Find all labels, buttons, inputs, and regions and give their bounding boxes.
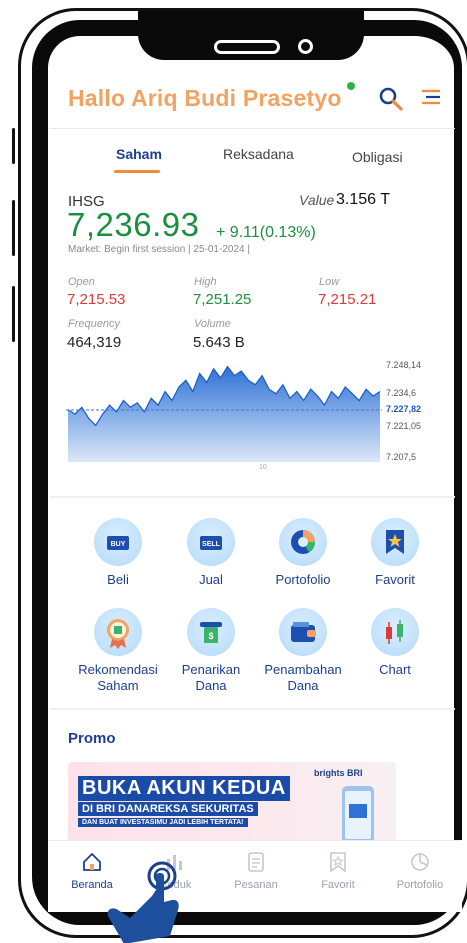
- header-divider: [50, 128, 455, 129]
- phone-illustration-icon: [342, 786, 374, 842]
- volume-value: 5.643 B: [193, 334, 245, 351]
- value-label: Value: [299, 192, 335, 208]
- x-tick-label: 10: [259, 464, 267, 471]
- menu-divider: [50, 708, 455, 710]
- recommendation-badge-icon: [94, 608, 142, 656]
- frequency-value: 464,319: [67, 334, 122, 351]
- open-label: Open: [68, 276, 95, 288]
- tab-obligasi[interactable]: Obligasi: [352, 149, 403, 165]
- menu-label: Portofolio: [275, 572, 331, 587]
- menu-label: Chart: [379, 662, 411, 677]
- market-tabs: Saham Reksadana Obligasi: [66, 146, 456, 178]
- online-status-dot: [347, 82, 355, 90]
- y-tick-label: 7.248,14: [386, 360, 422, 370]
- svg-text:SELL: SELL: [202, 541, 221, 548]
- phone-side-button: [12, 128, 15, 164]
- phone-notch: [138, 10, 364, 60]
- high-label: High: [194, 276, 217, 288]
- nav-label: Pesanan: [234, 879, 278, 891]
- nav-item-portofolio[interactable]: Portofolio: [380, 851, 460, 891]
- menu-label: Rekomendasi Saham: [78, 662, 158, 693]
- orders-icon: [248, 852, 264, 872]
- intraday-chart[interactable]: 7.248,14 7.234,6 7.227,82 7.221,05 7.207…: [66, 356, 456, 480]
- promo-headline: BUKA AKUN KEDUA: [78, 776, 290, 801]
- nav-item-favorit[interactable]: Favorit: [298, 851, 378, 891]
- index-change: + 9.11(0.13%): [216, 224, 316, 241]
- tab-saham[interactable]: Saham: [116, 146, 162, 162]
- reference-price-label: 7.227,82: [386, 404, 422, 414]
- index-price: 7,236.93: [67, 206, 200, 243]
- buy-icon: BUY: [94, 518, 142, 566]
- speaker-icon: [214, 40, 280, 54]
- wallet-icon: [279, 608, 327, 656]
- frequency-label: Frequency: [68, 318, 120, 330]
- tap-gesture-hand-icon: [107, 861, 179, 943]
- menu-label: Favorit: [375, 572, 415, 587]
- low-value: 7,215.21: [318, 291, 377, 308]
- greeting-title: Hallo Ariq Budi Prasetyo: [68, 85, 342, 111]
- active-tab-indicator: [114, 170, 160, 173]
- withdraw-icon: $: [187, 608, 235, 656]
- home-icon: [83, 853, 101, 871]
- nav-item-pesanan[interactable]: Pesanan: [216, 851, 296, 891]
- portfolio-icon: [411, 853, 429, 871]
- y-tick-label: 7.221,05: [386, 421, 422, 431]
- promo-subheadline: DI BRI DANAREKSA SEKURITAS: [78, 802, 258, 816]
- pie-chart-icon: [279, 518, 327, 566]
- phone-side-button: [12, 200, 15, 256]
- menu-label: Penarikan Dana: [181, 662, 241, 693]
- tab-reksadana[interactable]: Reksadana: [223, 146, 294, 162]
- search-icon[interactable]: [378, 86, 404, 112]
- favorite-icon: [330, 852, 346, 873]
- low-label: Low: [319, 276, 340, 288]
- chart-svg: [66, 365, 382, 462]
- svg-text:BUY: BUY: [111, 541, 126, 548]
- value-amount: 3.156 T: [336, 191, 390, 208]
- chart-divider: [50, 496, 455, 498]
- volume-label: Volume: [194, 318, 231, 330]
- menu-label: Jual: [199, 572, 223, 587]
- phone-side-button: [12, 286, 15, 342]
- app-header: Hallo Ariq Budi Prasetyo: [66, 80, 456, 120]
- sell-icon: SELL: [187, 518, 235, 566]
- menu-label: Beli: [107, 572, 129, 587]
- market-status: Market: Begin first session | 25-01-2024…: [68, 244, 250, 255]
- candlestick-icon: [371, 608, 419, 656]
- high-value: 7,251.25: [193, 291, 252, 308]
- chart-area-fill: [68, 366, 380, 462]
- promo-tagline: DAN BUAT INVESTASIMU JADI LEBIH TERTATA!: [78, 818, 248, 827]
- y-tick-label: 7.234,6: [386, 388, 417, 398]
- svg-text:$: $: [208, 631, 213, 641]
- y-tick-label: 7.207,5: [386, 452, 417, 462]
- promo-title: Promo: [68, 730, 116, 747]
- promo-banner[interactable]: BUKA AKUN KEDUA DI BRI DANAREKSA SEKURIT…: [68, 762, 396, 842]
- nav-label: Portofolio: [396, 879, 444, 891]
- promo-brand-logo: brights BRI: [314, 768, 363, 778]
- open-value: 7,215.53: [67, 291, 126, 308]
- menu-label: Penambahan Dana: [264, 662, 342, 693]
- bookmark-star-icon: [371, 518, 419, 566]
- nav-label: Favorit: [321, 879, 355, 891]
- menu-icon[interactable]: [420, 88, 442, 108]
- camera-icon: [298, 39, 313, 54]
